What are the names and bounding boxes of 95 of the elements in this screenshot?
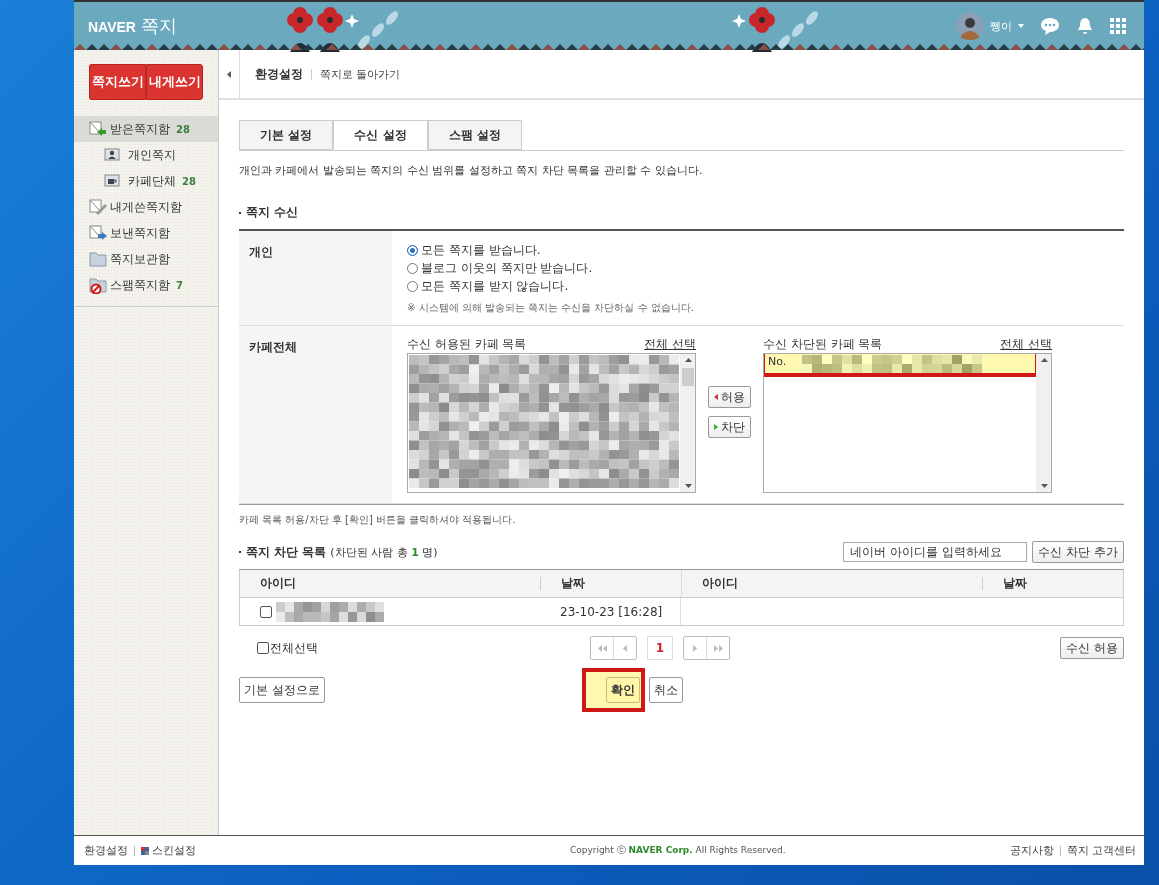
- caret-left-icon: [623, 644, 627, 652]
- double-right-icon: [713, 644, 723, 652]
- folder-item[interactable]: 내게쓴쪽지함: [74, 194, 218, 220]
- radio-button[interactable]: [407, 244, 418, 256]
- person-folder-icon: [104, 146, 123, 164]
- column-header: 아이디: [240, 577, 541, 590]
- triangle-right-icon: [714, 424, 718, 430]
- move-button[interactable]: 차단: [708, 416, 751, 438]
- list-title: 수신 허용된 카페 목록: [407, 336, 527, 353]
- option-label: 모든 쪽지를 받습니다.: [421, 241, 541, 259]
- scroll-down-icon: [684, 484, 692, 488]
- cup-folder-icon: [104, 172, 123, 190]
- id-input-field[interactable]: 네이버 아이디를 입력하세요: [843, 542, 1028, 562]
- folder-item[interactable]: 받은쪽지함 28: [74, 116, 218, 142]
- folder-item[interactable]: 보낸쪽지함: [74, 220, 218, 246]
- folder-item[interactable]: 쪽지보관함: [74, 246, 218, 272]
- radio-button[interactable]: [407, 262, 418, 274]
- caret-icon: [1018, 24, 1024, 28]
- triangle-left-icon: [714, 394, 718, 400]
- scrollbar[interactable]: [1036, 354, 1051, 492]
- cancel-button[interactable]: 취소: [648, 677, 683, 703]
- folder-label: 개인쪽지: [128, 146, 176, 164]
- checkbox[interactable]: [260, 605, 272, 618]
- folder-icon: [89, 250, 108, 268]
- select-all-link[interactable]: 전체 선택: [644, 336, 696, 353]
- tab[interactable]: 스팸 설정: [428, 120, 522, 150]
- option-label: 블로그 이웃의 쪽지만 받습니다.: [421, 259, 593, 277]
- envelope-arrow-icon: [89, 224, 108, 242]
- scrollbar[interactable]: [680, 354, 695, 492]
- tab[interactable]: 수신 설정: [333, 120, 428, 150]
- folder-item[interactable]: 개인쪽지: [74, 142, 218, 168]
- folder-prohibited-icon: [89, 276, 108, 294]
- folder-label: 쪽지보관함: [110, 250, 170, 268]
- envelope-pen-icon: [89, 198, 108, 216]
- unread-count: 28: [176, 123, 190, 135]
- back-link[interactable]: 쪽지로 돌아가기: [320, 66, 401, 82]
- service-title: 쪽지: [140, 14, 177, 38]
- select-all-link[interactable]: 전체 선택: [1000, 336, 1052, 353]
- folder-label: 보낸쪽지함: [110, 224, 170, 242]
- footer-link[interactable]: 공지사항: [1009, 843, 1054, 858]
- folder-item[interactable]: 스팸쪽지함 7: [74, 272, 218, 298]
- blocked-count-text: (차단된 사람 총 1 명): [330, 544, 438, 560]
- row-label: 카페전체: [239, 326, 392, 503]
- allow-button[interactable]: 수신 허용: [1060, 637, 1124, 659]
- option-label: 모든 쪽지를 받지 않습니다.: [421, 277, 569, 295]
- radio-button[interactable]: [407, 280, 418, 292]
- reset-button[interactable]: 기본 설정으로: [239, 677, 325, 703]
- caret-right-icon: [693, 644, 697, 652]
- blocked-cafe-list[interactable]: No.: [763, 353, 1052, 493]
- copyright-text: Copyright ⓒ NAVER Corp. All Rights Reserved.: [569, 844, 786, 857]
- bell-icon: [1076, 17, 1094, 35]
- tab[interactable]: 기본 설정: [239, 120, 333, 150]
- folder-label: 받은쪽지함: [110, 120, 170, 138]
- unread-count: 7: [176, 279, 183, 291]
- row-label: 개인: [239, 231, 392, 325]
- caret-left-icon: [227, 70, 231, 78]
- description-text: 개인과 카페에서 발송되는 쪽지의 수신 범위를 설정하고 쪽지 차단 목록을 관리할 수 있습니다.: [239, 163, 704, 178]
- date-cell: 23-10-23 [16:28]: [540, 598, 681, 625]
- checkbox-label: 전체선택: [270, 639, 318, 657]
- add-block-button[interactable]: 수신 차단 추가: [1032, 541, 1124, 563]
- section-title: 쪽지 차단 목록: [239, 543, 327, 561]
- column-header: 날짜: [541, 570, 682, 597]
- folder-label: 카페단체: [128, 172, 176, 190]
- compose-button[interactable]: 쪽지쓰기: [89, 64, 146, 100]
- double-left-icon: [597, 644, 607, 652]
- skin-grid-icon: [141, 846, 149, 855]
- compose-button[interactable]: 내게쓰기: [146, 64, 203, 100]
- folder-item[interactable]: 카페단체 28: [74, 168, 218, 194]
- apps-grid-icon: [1110, 18, 1126, 34]
- scroll-up-icon: [684, 358, 692, 362]
- list-item[interactable]: No.: [764, 354, 1036, 377]
- move-button[interactable]: 허용: [708, 386, 751, 408]
- item-text: No.: [768, 355, 787, 368]
- folder-label: 스팸쪽지함: [110, 276, 170, 294]
- footer-link[interactable]: 스킨설정: [141, 843, 196, 858]
- scroll-up-icon: [1040, 358, 1048, 362]
- page-title: 환경설정: [255, 68, 312, 80]
- section-title: 쪽지 수신: [239, 204, 1124, 229]
- chat-icon: [1040, 17, 1060, 35]
- envelope-arrow-icon: [89, 120, 108, 138]
- folder-label: 내게쓴쪽지함: [110, 198, 182, 216]
- page-number[interactable]: 1: [647, 636, 673, 660]
- checkbox[interactable]: [257, 642, 269, 654]
- column-header: 날짜: [1002, 575, 1028, 592]
- footer-link[interactable]: 쪽지 고객센터: [1066, 843, 1136, 858]
- scroll-down-icon: [1040, 484, 1048, 488]
- note-text: ※ 시스템에 의해 발송되는 쪽지는 수신을 차단하실 수 없습니다.: [407, 301, 695, 315]
- avatar-icon: [956, 12, 984, 40]
- confirm-button[interactable]: 확인: [605, 677, 640, 703]
- list-title: 수신 차단된 카페 목록: [763, 336, 883, 353]
- footer-link[interactable]: 환경설정: [84, 843, 128, 858]
- note-text: 카페 목록 허용/차단 후 [확인] 버튼을 클릭하셔야 적용됩니다.: [239, 504, 1124, 527]
- scroll-thumb[interactable]: [682, 368, 694, 386]
- column-header: 아이디: [682, 577, 983, 590]
- unread-count: 28: [182, 175, 196, 187]
